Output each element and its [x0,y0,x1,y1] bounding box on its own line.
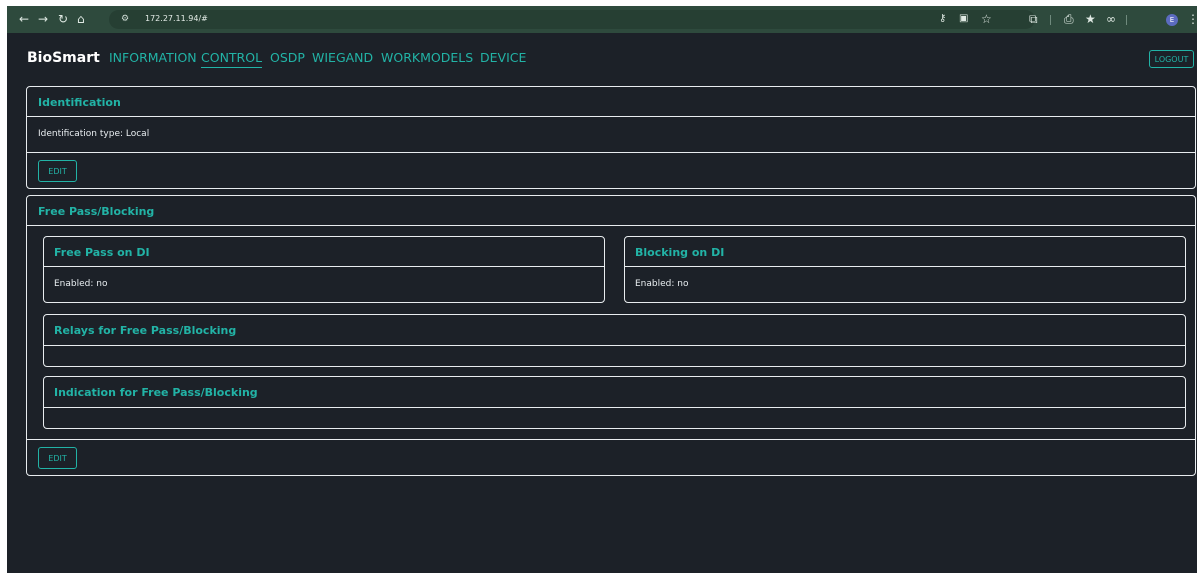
bookmarks-icon[interactable]: ★ [1085,10,1096,28]
divider [27,152,1195,153]
free-pass-blocking-panel: Free Pass/Blocking Free Pass on DI Enabl… [26,195,1196,476]
nav-wiegand[interactable]: WIEGAND [312,50,373,66]
free-pass-di-card: Free Pass on DI Enabled: no [43,236,605,303]
relays-card: Relays for Free Pass/Blocking [43,314,1186,367]
nav-information[interactable]: INFORMATION [109,50,197,66]
profile-avatar[interactable]: E [1166,14,1178,26]
relays-title: Relays for Free Pass/Blocking [54,324,237,337]
divider [625,266,1185,267]
blocking-di-title: Blocking on DI [635,246,725,259]
free-pass-blocking-title: Free Pass/Blocking [38,205,155,218]
divider [27,116,1195,117]
link-icon[interactable]: ∞ [1106,10,1116,28]
browser-toolbar: ← → ↻ ⌂ ⚙ 172.27.11.94/# ⚷ ▣ ☆ ⧉ ⎙ ★ ∞ E… [7,6,1197,33]
identification-edit-button[interactable]: EDIT [38,160,77,182]
free-pass-di-status: Enabled: no [54,279,108,289]
translate-icon[interactable]: ▣ [959,10,968,28]
toolbar-divider [1050,15,1051,25]
blocking-di-status: Enabled: no [635,279,689,289]
menu-icon[interactable]: ⋮ [1187,10,1197,28]
nav-control[interactable]: CONTROL [201,50,263,68]
home-icon[interactable]: ⌂ [77,10,85,28]
logout-button[interactable]: LOGOUT [1149,50,1194,68]
identification-title: Identification [38,96,121,109]
forward-arrow-icon[interactable]: → [38,10,48,28]
nav-osdp[interactable]: OSDP [270,50,305,66]
password-key-icon[interactable]: ⚷ [939,10,946,28]
back-arrow-icon[interactable]: ← [19,10,29,28]
indication-card: Indication for Free Pass/Blocking [43,376,1186,429]
app-window: ← → ↻ ⌂ ⚙ 172.27.11.94/# ⚷ ▣ ☆ ⧉ ⎙ ★ ∞ E… [7,6,1197,573]
blocking-di-card: Blocking on DI Enabled: no [624,236,1186,303]
divider [44,266,604,267]
url-text[interactable]: 172.27.11.94/# [145,11,208,27]
free-pass-di-title: Free Pass on DI [54,246,150,259]
identification-panel: Identification Identification type: Loca… [26,86,1196,189]
print-icon[interactable]: ⎙ [1064,10,1074,28]
divider [27,225,1195,226]
indication-title: Indication for Free Pass/Blocking [54,386,258,399]
divider [27,439,1195,440]
identification-type-text: Identification type: Local [38,129,150,139]
extensions-icon[interactable]: ⧉ [1029,10,1038,28]
address-bar[interactable] [109,10,1035,29]
brand-logo: BioSmart [27,50,100,66]
nav-workmodels[interactable]: WORKMODELS [381,50,473,66]
reload-icon[interactable]: ↻ [58,10,68,28]
toolbar-divider [1126,15,1127,25]
divider [44,345,1185,346]
bookmark-star-icon[interactable]: ☆ [981,10,992,28]
site-settings-icon[interactable]: ⚙ [121,14,129,24]
free-pass-edit-button[interactable]: EDIT [38,447,77,469]
divider [44,407,1185,408]
nav-device[interactable]: DEVICE [480,50,526,66]
